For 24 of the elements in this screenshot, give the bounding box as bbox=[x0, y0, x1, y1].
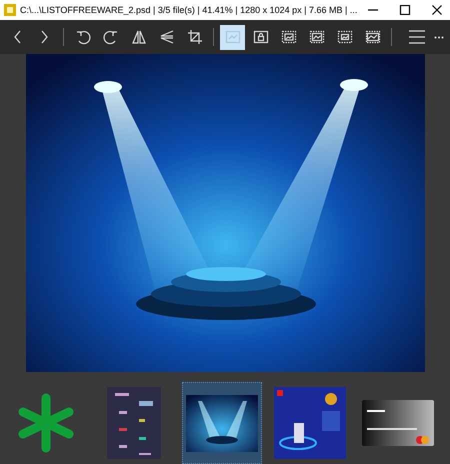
picture-frame-icon bbox=[252, 28, 270, 46]
maximize-icon[interactable] bbox=[399, 5, 412, 15]
app-logo-icon bbox=[4, 4, 16, 16]
crop-icon bbox=[186, 29, 202, 45]
rotate-left-icon bbox=[74, 29, 90, 45]
close-icon[interactable] bbox=[431, 5, 444, 15]
picture-frame-icon bbox=[364, 28, 382, 46]
picture-frame-icon bbox=[224, 28, 242, 46]
picture-frame-icon bbox=[308, 28, 326, 46]
rotate-right-icon bbox=[102, 29, 118, 45]
poster-thumbnail bbox=[274, 387, 346, 459]
chevron-left-icon bbox=[12, 29, 22, 45]
picture-frame-icon bbox=[280, 28, 298, 46]
picture-frame-icon bbox=[336, 28, 354, 46]
flip-horizontal-icon bbox=[130, 29, 146, 45]
mind-map-thumbnail bbox=[107, 387, 161, 459]
thumbnail-tile[interactable] bbox=[182, 382, 262, 464]
flip-vertical-icon bbox=[158, 29, 174, 45]
menu-icon bbox=[408, 28, 426, 46]
more-icon bbox=[434, 36, 444, 38]
credit-card-thumbnail bbox=[362, 400, 434, 446]
window-title: C:\...\LISTOFFREEWARE_2.psd | 3/5 file(s) | 41.41% | 1280 x 1024 px | 7.66 MB | ... bbox=[20, 5, 358, 15]
stage-photo-thumbnail bbox=[186, 394, 258, 452]
chevron-right-icon bbox=[40, 29, 50, 45]
